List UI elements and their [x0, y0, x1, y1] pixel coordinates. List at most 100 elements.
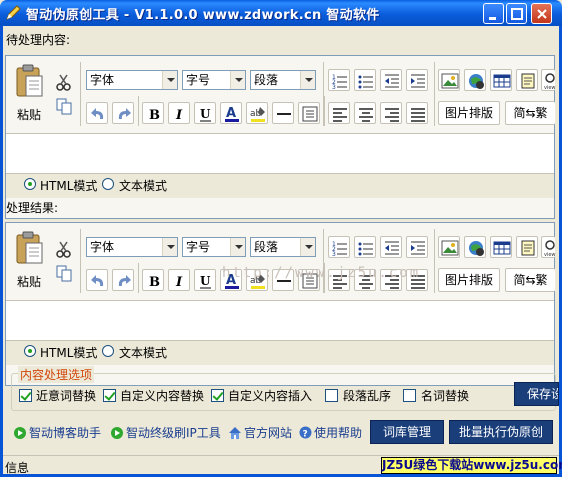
paste-label: 粘贴	[16, 275, 41, 289]
insert-image-button[interactable]	[438, 236, 460, 258]
redo-button[interactable]	[112, 102, 134, 124]
html-mode-label: HTML模式	[40, 346, 98, 360]
cut-button[interactable]	[54, 239, 74, 259]
outdent-button[interactable]	[380, 69, 402, 91]
redo-button[interactable]	[112, 269, 134, 291]
copy-button[interactable]	[54, 96, 74, 116]
bold-button[interactable]: B	[142, 102, 164, 124]
font-color-icon: A	[225, 106, 239, 122]
simplified-traditional-button[interactable]: 简⇆繁	[505, 101, 555, 125]
insert-note-button[interactable]	[516, 69, 538, 91]
cut-button[interactable]	[54, 72, 74, 92]
simplified-traditional-button[interactable]: 简⇆繁	[505, 268, 555, 292]
text-mode-radio[interactable]	[102, 345, 114, 357]
html-mode-radio[interactable]	[24, 345, 36, 357]
custom-replace-checkbox[interactable]	[103, 389, 116, 402]
underline-button[interactable]: U	[194, 102, 216, 124]
italic-button[interactable]: I	[168, 102, 190, 124]
table-icon	[493, 241, 511, 255]
separator	[324, 96, 325, 126]
align-center-icon	[359, 108, 373, 122]
noun-replace-label: 名词替换	[421, 389, 470, 403]
bold-button[interactable]: B	[142, 269, 164, 291]
ordered-list-button[interactable]: 123	[328, 236, 350, 258]
text-mode-radio[interactable]	[102, 178, 114, 190]
italic-button[interactable]: I	[168, 269, 190, 291]
paste-button[interactable]: 粘贴	[12, 62, 46, 124]
size-combo[interactable]: 字号	[182, 237, 246, 257]
bullet-list-icon	[358, 75, 373, 89]
custom-insert-checkbox[interactable]	[211, 389, 224, 402]
find-replace-button[interactable]	[298, 269, 320, 291]
ip-tool-link[interactable]: 智动终级刷IP工具	[111, 424, 221, 441]
noun-replace-checkbox[interactable]	[403, 389, 416, 402]
ordered-list-button[interactable]: 123	[328, 69, 350, 91]
insert-flash-button[interactable]	[464, 69, 486, 91]
official-site-link[interactable]: 官方网站	[228, 424, 292, 441]
html-mode-radio[interactable]	[24, 178, 36, 190]
blog-helper-link[interactable]: 智动博客助手	[14, 424, 101, 441]
redo-icon	[118, 108, 131, 119]
chevron-down-icon	[230, 238, 245, 256]
dictionary-manage-button[interactable]: 词库管理	[370, 420, 444, 444]
view-source-button[interactable]: view	[541, 69, 556, 91]
horizontal-rule-button[interactable]	[272, 269, 294, 291]
align-justify-button[interactable]	[406, 102, 428, 124]
separator	[434, 96, 435, 126]
align-center-button[interactable]	[354, 269, 376, 291]
italic-icon: I	[175, 275, 183, 290]
view-source-button[interactable]: view	[541, 236, 556, 258]
font-color-button[interactable]: A	[220, 102, 242, 124]
indent-button[interactable]	[406, 236, 428, 258]
separator	[324, 263, 325, 293]
insert-table-button[interactable]	[490, 69, 512, 91]
size-combo[interactable]: 字号	[182, 70, 246, 90]
close-button[interactable]	[531, 3, 552, 24]
save-settings-button[interactable]: 保存设	[514, 382, 559, 406]
image-layout-button[interactable]: 图片排版	[438, 101, 500, 125]
input-edit-area[interactable]	[6, 134, 554, 174]
insert-image-button[interactable]	[438, 69, 460, 91]
undo-button[interactable]	[86, 269, 108, 291]
batch-execute-button[interactable]: 批量执行伪原创	[449, 420, 553, 444]
bullet-list-button[interactable]	[354, 69, 376, 91]
svg-text:I: I	[175, 108, 183, 123]
align-justify-button[interactable]	[406, 269, 428, 291]
find-replace-button[interactable]	[298, 102, 320, 124]
maximize-button[interactable]	[506, 3, 527, 24]
paragraph-combo[interactable]: 段落	[250, 237, 316, 257]
align-left-button[interactable]	[328, 269, 350, 291]
bullet-list-icon	[358, 242, 373, 256]
font-combo[interactable]: 字体	[86, 70, 178, 90]
font-combo[interactable]: 字体	[86, 237, 178, 257]
align-right-button[interactable]	[380, 269, 402, 291]
undo-button[interactable]	[86, 102, 108, 124]
insert-note-button[interactable]	[516, 236, 538, 258]
indent-button[interactable]	[406, 69, 428, 91]
help-link[interactable]: ? 使用帮助	[299, 424, 362, 441]
image-layout-button[interactable]: 图片排版	[438, 268, 500, 292]
paragraph-shuffle-checkbox[interactable]	[325, 389, 338, 402]
horizontal-rule-button[interactable]	[272, 102, 294, 124]
paragraph-combo[interactable]: 段落	[250, 70, 316, 90]
copy-button[interactable]	[54, 263, 74, 283]
svg-text:?: ?	[303, 430, 308, 440]
align-center-button[interactable]	[354, 102, 376, 124]
insert-flash-button[interactable]	[464, 236, 486, 258]
font-color-button[interactable]: A	[220, 269, 242, 291]
align-left-button[interactable]	[328, 102, 350, 124]
outdent-icon	[385, 241, 399, 255]
underline-button[interactable]: U	[194, 269, 216, 291]
output-edit-area[interactable]	[6, 301, 554, 341]
highlight-button[interactable]: ab	[246, 269, 268, 291]
insert-table-button[interactable]	[490, 236, 512, 258]
paste-button[interactable]: 粘贴	[12, 229, 46, 291]
svg-text:I: I	[175, 275, 183, 290]
outdent-button[interactable]	[380, 236, 402, 258]
minimize-button[interactable]	[483, 3, 504, 24]
highlight-button[interactable]: ab	[246, 102, 268, 124]
align-right-button[interactable]	[380, 102, 402, 124]
bullet-list-button[interactable]	[354, 236, 376, 258]
italic-icon: I	[175, 108, 183, 123]
synonym-replace-checkbox[interactable]	[19, 389, 32, 402]
